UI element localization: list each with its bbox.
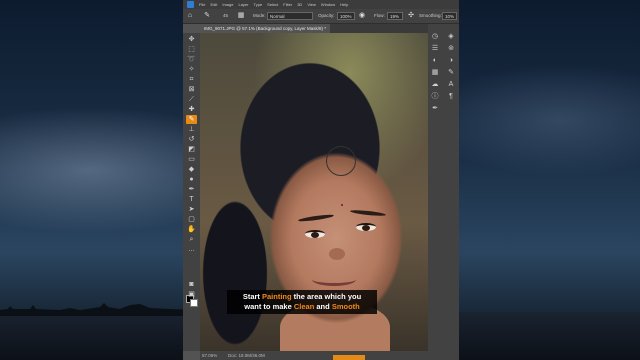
photo-nose — [329, 248, 345, 260]
menu-3d[interactable]: 3D — [297, 0, 302, 9]
menu-filter[interactable]: Filter — [283, 0, 292, 9]
properties-panel-icon[interactable]: ☰ — [430, 44, 440, 54]
caption-highlight-painting: Painting — [261, 292, 292, 301]
tutorial-caption: Start Painting the area which you want t… — [227, 290, 377, 314]
menu-layer[interactable]: Layer — [238, 0, 248, 9]
progress-marker — [333, 355, 365, 360]
mode-label: Mode: — [253, 13, 266, 18]
shape-tool-icon[interactable]: ▢ — [186, 215, 197, 224]
flow-field[interactable]: 19% — [387, 12, 403, 20]
eraser-tool-icon[interactable]: ◩ — [186, 145, 197, 154]
color-panel-icon[interactable]: ◑ — [446, 56, 456, 66]
blur-tool-icon[interactable]: ◆ — [186, 165, 197, 174]
caption-highlight-clean: Clean — [293, 302, 315, 311]
caption-text: want to make — [244, 302, 294, 311]
smoothing-label: Smoothing: — [419, 13, 442, 18]
caption-highlight-smooth: Smooth — [331, 302, 360, 311]
libraries-panel-icon[interactable]: ☁ — [430, 80, 440, 90]
healing-brush-tool-icon[interactable]: ✚ — [186, 105, 197, 114]
layers-panel-icon[interactable]: ◈ — [446, 32, 456, 42]
caption-text: the area which you — [291, 292, 362, 301]
crop-tool-icon[interactable]: ⌗ — [186, 75, 197, 84]
swatches-panel-icon[interactable]: ▦ — [430, 68, 440, 78]
gradient-tool-icon[interactable]: ▭ — [186, 155, 197, 164]
more-tools-icon[interactable]: … — [186, 245, 197, 254]
tools-panel: ✥ ⬚ ➰ ✧ ⌗ ⊠ ⟋ ✚ ✎ ⊥ ↺ ◩ ▭ ◆ ● ✒ T ➤ ▢ ✋ … — [183, 33, 200, 351]
menu-bar: File Edit Image Layer Type Select Filter… — [183, 0, 459, 9]
clone-stamp-tool-icon[interactable]: ⊥ — [186, 125, 197, 134]
menu-file[interactable]: File — [199, 0, 205, 9]
doc-size: Doc: 18.0M/36.0M — [228, 353, 265, 358]
menu-type[interactable]: Type — [254, 0, 263, 9]
character-panel-icon[interactable]: A — [446, 80, 456, 90]
info-panel-icon[interactable]: ⓘ — [430, 92, 440, 102]
background-color-swatch[interactable] — [190, 299, 198, 307]
dodge-tool-icon[interactable]: ● — [186, 175, 197, 184]
home-icon[interactable]: ⌂ — [186, 12, 194, 20]
brush-settings-icon[interactable]: ▦ — [237, 12, 245, 20]
document-tab[interactable]: IMG_9071.JPG @ 57.1% (Background copy, L… — [200, 24, 331, 33]
quick-mask-icon[interactable]: ◙ — [186, 280, 197, 289]
menu-select[interactable]: Select — [267, 0, 278, 9]
photo-left-eye — [305, 230, 325, 238]
zoom-tool-icon[interactable]: ⌕ — [186, 235, 197, 244]
opacity-label: Opacity: — [318, 13, 335, 18]
document-tab-bar: IMG_9071.JPG @ 57.1% (Background copy, L… — [200, 24, 428, 33]
menu-view[interactable]: View — [307, 0, 316, 9]
panel-column-1: ◷ ☰ ◐ ▦ ☁ ⓘ ✒ — [429, 24, 441, 351]
move-tool-icon[interactable]: ✥ — [186, 35, 197, 44]
right-panel-dock: ◷ ☰ ◐ ▦ ☁ ⓘ ✒ ◈ ⊚ ◑ ✎ A ¶ — [428, 24, 459, 351]
path-select-tool-icon[interactable]: ➤ — [186, 205, 197, 214]
options-bar: ⌂ ✎ 45 ▦ Mode: Normal Opacity: 100% ◉ Fl… — [183, 9, 459, 24]
brush-preset-icon[interactable]: ✎ — [203, 12, 211, 20]
frame-tool-icon[interactable]: ⊠ — [186, 85, 197, 94]
brush-cursor — [326, 146, 356, 176]
pressure-opacity-icon[interactable]: ◉ — [358, 12, 366, 20]
channels-panel-icon[interactable]: ⊚ — [446, 44, 456, 54]
pen-tool-icon[interactable]: ✒ — [186, 185, 197, 194]
menu-edit[interactable]: Edit — [210, 0, 217, 9]
history-brush-tool-icon[interactable]: ↺ — [186, 135, 197, 144]
caption-text: Start — [242, 292, 262, 301]
zoom-level[interactable]: 57.06% — [202, 351, 217, 360]
mode-select[interactable]: Normal — [267, 12, 313, 20]
photoshop-window: File Edit Image Layer Type Select Filter… — [183, 0, 459, 360]
type-tool-icon[interactable]: T — [186, 195, 197, 204]
menu-window[interactable]: Window — [321, 0, 335, 9]
brush-tool-icon[interactable]: ✎ — [186, 115, 197, 124]
paragraph-panel-icon[interactable]: ¶ — [446, 92, 456, 102]
photo-bindi — [341, 204, 343, 206]
flow-label: Flow: — [374, 13, 385, 18]
brush-size-value[interactable]: 45 — [223, 13, 228, 18]
menu-help[interactable]: Help — [340, 0, 348, 9]
airbrush-icon[interactable]: ✣ — [407, 12, 415, 20]
tree-silhouettes — [0, 303, 200, 316]
opacity-field[interactable]: 100% — [337, 12, 355, 20]
marquee-tool-icon[interactable]: ⬚ — [186, 45, 197, 54]
brushes-panel-icon[interactable]: ✎ — [446, 68, 456, 78]
lasso-tool-icon[interactable]: ➰ — [186, 55, 197, 64]
photo-mouth — [312, 273, 356, 286]
status-bar: 57.06% Doc: 18.0M/36.0M — [200, 351, 459, 360]
hand-tool-icon[interactable]: ✋ — [186, 225, 197, 234]
screen-mode-icon[interactable]: ▣ — [186, 290, 197, 299]
eyedropper-tool-icon[interactable]: ⟋ — [186, 95, 197, 104]
smoothing-field[interactable]: 10% — [442, 12, 457, 20]
menu-image[interactable]: Image — [222, 0, 233, 9]
quick-select-tool-icon[interactable]: ✧ — [186, 65, 197, 74]
history-panel-icon[interactable]: ◷ — [430, 32, 440, 42]
photoshop-logo-icon — [187, 1, 194, 8]
panel-column-2: ◈ ⊚ ◑ ✎ A ¶ — [445, 24, 457, 351]
photo-right-eye — [356, 223, 376, 231]
adjustments-panel-icon[interactable]: ◐ — [430, 56, 440, 66]
paths-panel-icon[interactable]: ✒ — [430, 104, 440, 114]
caption-text: and — [314, 302, 332, 311]
